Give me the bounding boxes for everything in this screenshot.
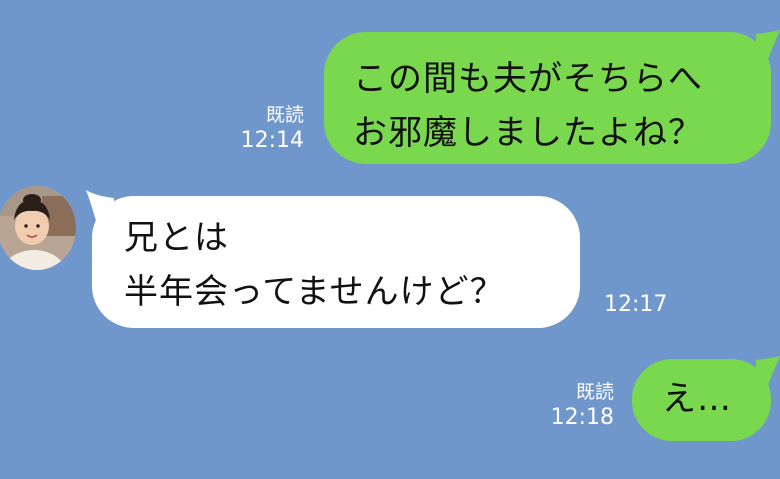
incoming-message-bubble[interactable]: 兄とは 半年会ってませんけど？ <box>92 196 580 328</box>
message-line: 兄とは <box>124 218 229 258</box>
message-meta: 既読 12:14 <box>226 103 304 155</box>
message-meta: 既読 12:18 <box>536 380 614 432</box>
contact-avatar[interactable] <box>0 186 76 270</box>
message-time: 12:17 <box>604 292 668 317</box>
message-time: 12:14 <box>240 128 304 153</box>
message-line: 半年会ってませんけど？ <box>124 272 505 312</box>
bubble-tail-icon <box>756 356 780 390</box>
message-line: え… <box>662 379 732 419</box>
outgoing-message-bubble[interactable]: この間も夫がそちらへ お邪魔しましたよね？ <box>324 32 771 164</box>
child-avatar-icon <box>0 186 76 270</box>
message-line: この間も夫がそちらへ <box>353 59 703 99</box>
bubble-tail-icon <box>756 30 780 64</box>
read-receipt: 既読 <box>575 381 614 403</box>
message-time: 12:18 <box>550 405 614 430</box>
message-meta: 12:17 <box>604 291 684 319</box>
outgoing-message-bubble[interactable]: え… <box>632 359 771 441</box>
read-receipt: 既読 <box>265 104 304 126</box>
message-line: お邪魔しましたよね？ <box>353 113 703 153</box>
chat-thread: 既読 12:14 この間も夫がそちらへ お邪魔しましたよね？ 兄とは 半年会って… <box>0 0 780 479</box>
